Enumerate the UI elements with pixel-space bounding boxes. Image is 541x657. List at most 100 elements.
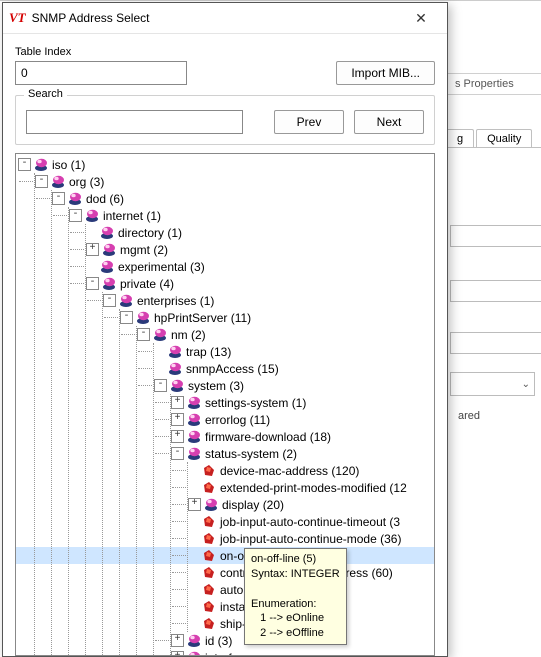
bg-input-3[interactable] <box>450 332 541 354</box>
tree-node-jimo[interactable]: job-input-auto-continue-mode (36) <box>188 530 434 547</box>
app-logo: VT <box>9 10 26 26</box>
tree-node-display[interactable]: + display (20) <box>188 496 434 513</box>
leaf-node-icon <box>202 617 217 630</box>
tree-node-label: dod (6) <box>86 192 124 206</box>
bg-select-1[interactable]: ⌄ <box>450 372 535 396</box>
tree-node-settings[interactable]: +settings-system (1) <box>171 394 434 411</box>
tree-node-mgmt[interactable]: + mgmt (2) <box>86 241 434 258</box>
collapse-icon[interactable]: - <box>35 175 48 188</box>
bg-tab-quality[interactable]: Quality <box>476 129 532 148</box>
collapse-icon[interactable]: - <box>171 447 184 460</box>
bg-tab-g[interactable]: g <box>446 129 474 148</box>
folder-node-icon <box>204 498 219 511</box>
expand-icon[interactable]: + <box>188 498 201 511</box>
tree-node-label: display (20) <box>222 498 284 512</box>
collapse-icon[interactable]: - <box>137 328 150 341</box>
folder-node-icon <box>68 192 83 205</box>
tree-node-label: ship- <box>220 617 246 631</box>
folder-node-icon <box>153 328 168 341</box>
expand-icon[interactable]: + <box>171 413 184 426</box>
import-mib-button[interactable]: Import MIB... <box>336 61 435 85</box>
folder-node-icon <box>100 226 115 239</box>
bg-field-1: ... <box>450 225 535 247</box>
tree-node-label: job-input-auto-continue-timeout (3 <box>220 515 400 529</box>
expand-icon[interactable]: + <box>171 430 184 443</box>
expand-icon[interactable]: + <box>171 651 184 655</box>
collapse-icon[interactable]: - <box>120 311 133 324</box>
folder-node-icon <box>168 345 183 358</box>
tree-node-dod[interactable]: - dod (6) <box>52 190 434 207</box>
tree-node-iso[interactable]: - iso (1) <box>18 156 434 173</box>
expand-icon[interactable]: + <box>171 634 184 647</box>
tree-node-interfac[interactable]: +interfac <box>171 649 434 655</box>
tree-node-directory[interactable]: directory (1) <box>86 224 434 241</box>
tree-node-label: org (3) <box>69 175 104 189</box>
tree-node-label: insta <box>220 600 245 614</box>
folder-node-icon <box>187 651 202 655</box>
folder-node-icon <box>187 413 202 426</box>
bg-input-1[interactable] <box>450 225 541 247</box>
tree-node-jito[interactable]: job-input-auto-continue-timeout (3 <box>188 513 434 530</box>
tree-node-org[interactable]: - org (3) <box>35 173 434 190</box>
close-button[interactable]: ✕ <box>401 4 441 32</box>
folder-node-icon <box>100 260 115 273</box>
table-index-input[interactable] <box>15 61 187 85</box>
leaf-node-icon <box>202 566 217 579</box>
expander-spacer <box>154 346 165 357</box>
mib-tree[interactable]: -iso (1)-org (3)-dod (6)-internet (1)dir… <box>15 153 435 656</box>
tree-node-errorlog[interactable]: +errorlog (11) <box>171 411 434 428</box>
tree-node-system[interactable]: - system (3) <box>154 377 434 394</box>
bg-properties-tab[interactable]: s Properties <box>446 74 522 94</box>
tree-node-enterprises[interactable]: -enterprises (1) <box>103 292 434 309</box>
tree-node-nm[interactable]: -nm (2) <box>137 326 434 343</box>
tree-node-ext[interactable]: extended-print-modes-modified (12 <box>188 479 434 496</box>
folder-node-icon <box>187 447 202 460</box>
leaf-node-icon <box>202 532 217 545</box>
tree-node-label: internet (1) <box>103 209 161 223</box>
leaf-node-icon <box>202 583 217 596</box>
search-legend: Search <box>24 88 67 100</box>
tree-node-status[interactable]: - status-system (2) <box>171 445 434 462</box>
tree-node-snmpAccess[interactable]: snmpAccess (15) <box>154 360 434 377</box>
tree-node-label: snmpAccess (15) <box>186 362 279 376</box>
collapse-icon[interactable]: - <box>18 158 31 171</box>
tree-node-label: mgmt (2) <box>120 243 168 257</box>
collapse-icon[interactable]: - <box>52 192 65 205</box>
expand-icon[interactable]: + <box>171 396 184 409</box>
tree-node-private[interactable]: - private (4) <box>86 275 434 292</box>
next-button[interactable]: Next <box>354 110 424 134</box>
search-input[interactable] <box>26 110 243 134</box>
leaf-node-icon <box>202 549 217 562</box>
tree-node-firmware[interactable]: +firmware-download (18) <box>171 428 434 445</box>
expander-spacer <box>188 601 199 612</box>
bg-input-2[interactable] <box>450 280 541 302</box>
folder-node-icon <box>168 362 183 375</box>
tree-node-trap[interactable]: trap (13) <box>154 343 434 360</box>
prev-button[interactable]: Prev <box>274 110 344 134</box>
tree-node-internet[interactable]: - internet (1) <box>69 207 434 224</box>
tree-node-experimental[interactable]: experimental (3) <box>86 258 434 275</box>
tree-node-label: private (4) <box>120 277 174 291</box>
tree-node-label: status-system (2) <box>205 447 297 461</box>
tree-node-hp[interactable]: -hpPrintServer (11) <box>120 309 434 326</box>
tree-node-label: job-input-auto-continue-mode (36) <box>220 532 401 546</box>
tree-node-label: system (3) <box>188 379 244 393</box>
expand-icon[interactable]: + <box>86 243 99 256</box>
leaf-node-icon <box>202 515 217 528</box>
bg-ribbon: s Properties <box>446 73 541 95</box>
folder-node-icon <box>187 430 202 443</box>
collapse-icon[interactable]: - <box>154 379 167 392</box>
collapse-icon[interactable]: - <box>103 294 116 307</box>
tree-node-label: experimental (3) <box>118 260 205 274</box>
tree-node-label: iso (1) <box>52 158 85 172</box>
snmp-address-select-dialog: VT SNMP Address Select ✕ Table Index Imp… <box>2 2 448 657</box>
expander-spacer <box>86 261 97 272</box>
tree-node-mac[interactable]: device-mac-address (120) <box>188 462 434 479</box>
folder-node-icon <box>136 311 151 324</box>
titlebar[interactable]: VT SNMP Address Select ✕ <box>3 3 447 34</box>
folder-node-icon <box>187 634 202 647</box>
collapse-icon[interactable]: - <box>69 209 82 222</box>
search-group: Search Prev Next <box>15 95 435 145</box>
collapse-icon[interactable]: - <box>86 277 99 290</box>
folder-node-icon <box>34 158 49 171</box>
